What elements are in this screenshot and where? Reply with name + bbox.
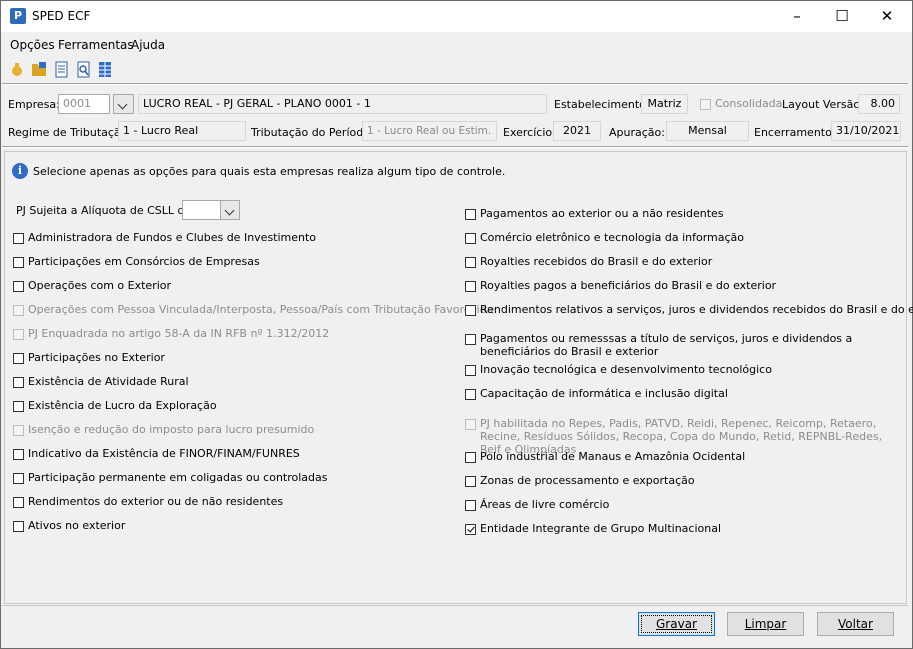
option-label: Isenção e redução do imposto para lucro … [28, 423, 315, 436]
info-text: Selecione apenas as opções para quais es… [33, 165, 506, 178]
empresa-dropdown-button[interactable] [113, 94, 134, 114]
option-label: Capacitação de informática e inclusão di… [480, 387, 728, 400]
toolbar [1, 57, 912, 81]
option-checkbox[interactable] [13, 257, 24, 268]
hand-icon[interactable] [9, 61, 26, 78]
window-title: SPED ECF [32, 9, 91, 23]
option-label: Participações no Exterior [28, 351, 165, 364]
option-checkbox[interactable] [465, 305, 476, 316]
option-label: Indicativo da Existência de FINOR/FINAM/… [28, 447, 300, 460]
option-checkbox [13, 329, 24, 340]
footer-separator [2, 605, 908, 606]
layout-label: Layout Versão: [782, 98, 864, 111]
option-checkbox[interactable] [13, 449, 24, 460]
title-bar: P SPED ECF – ☐ ✕ [1, 1, 912, 32]
option-checkbox[interactable] [465, 476, 476, 487]
option-checkbox[interactable] [465, 365, 476, 376]
option-label: Royalties recebidos do Brasil e do exter… [480, 255, 713, 268]
option-checkbox[interactable] [465, 524, 476, 535]
consolidada-label: Consolidada [715, 97, 783, 110]
option-checkbox [13, 305, 24, 316]
option-checkbox[interactable] [465, 209, 476, 220]
info-icon: i [12, 163, 28, 179]
option-label: Royalties pagos a beneficiários do Brasi… [480, 279, 777, 292]
estabelecimento-label: Estabelecimento: [554, 98, 650, 111]
option-checkbox[interactable] [465, 257, 476, 268]
option-checkbox[interactable] [13, 377, 24, 388]
close-icon[interactable]: ✕ [864, 1, 910, 32]
option-label: Administradora de Fundos e Clubes de Inv… [28, 231, 317, 244]
option-label: Operações com Pessoa Vinculada/Interpost… [28, 303, 494, 316]
menu-bar: Opções Ferramentas Ajuda [1, 33, 912, 55]
option-checkbox [465, 419, 476, 430]
document-icon[interactable] [53, 61, 70, 78]
option-label: Entidade Integrante de Grupo Multinacion… [480, 522, 722, 535]
regime-field: 1 - Lucro Real [118, 121, 246, 141]
option-checkbox[interactable] [465, 233, 476, 244]
maximize-icon[interactable]: ☐ [819, 1, 865, 32]
option-label: Rendimentos do exterior ou de não reside… [28, 495, 284, 508]
regime-label: Regime de Tributação: [8, 126, 132, 139]
option-label: Pagamentos ou remesssas a título de serv… [480, 332, 853, 358]
option-checkbox[interactable] [465, 389, 476, 400]
encerramento-field: 31/10/2021 [831, 121, 901, 141]
exercicio-field: 2021 [553, 121, 601, 141]
menu-ajuda[interactable]: Ajuda [131, 38, 165, 52]
option-checkbox[interactable] [13, 473, 24, 484]
tributacao-label: Tributação do Período: [251, 126, 374, 139]
option-checkbox[interactable] [13, 521, 24, 532]
option-checkbox[interactable] [13, 401, 24, 412]
option-label: Polo industrial de Manaus e Amazônia Oci… [480, 450, 746, 463]
gravar-button[interactable]: Gravar [638, 612, 715, 636]
empresa-label: Empresa: [8, 98, 60, 111]
csll-select[interactable] [182, 200, 222, 220]
menu-opcoes[interactable]: Opções [10, 38, 55, 52]
option-label: PJ Enquadrada no artigo 58-A da IN RFB n… [28, 327, 330, 340]
option-label: Existência de Atividade Rural [28, 375, 189, 388]
toolbar-separator [2, 83, 908, 85]
option-checkbox [13, 425, 24, 436]
exercicio-label: Exercício: [503, 126, 556, 139]
encerramento-label: Encerramento: [754, 126, 836, 139]
option-checkbox[interactable] [465, 281, 476, 292]
empresa-name-field: LUCRO REAL - PJ GERAL - PLANO 0001 - 1 [138, 94, 547, 114]
option-checkbox[interactable] [13, 233, 24, 244]
option-label: Existência de Lucro da Exploração [28, 399, 217, 412]
menu-ferramentas[interactable]: Ferramentas [58, 38, 134, 52]
minimize-icon[interactable]: – [774, 1, 820, 32]
option-checkbox[interactable] [13, 497, 24, 508]
folder-icon[interactable] [31, 61, 48, 78]
option-label: Áreas de livre comércio [480, 498, 610, 511]
header-separator [2, 146, 908, 148]
app-icon: P [10, 8, 26, 24]
option-checkbox[interactable] [465, 452, 476, 463]
apuracao-field: Mensal [666, 121, 749, 141]
option-label: Operações com o Exterior [28, 279, 172, 292]
estabelecimento-field: Matriz [641, 94, 688, 114]
option-label: Rendimentos relativos a serviços, juros … [480, 303, 913, 316]
tributacao-select: 1 - Lucro Real ou Estim. [362, 121, 497, 141]
voltar-button[interactable]: Voltar [817, 612, 894, 636]
option-checkbox[interactable] [465, 500, 476, 511]
option-label: Participações em Consórcios de Empresas [28, 255, 260, 268]
option-checkbox[interactable] [465, 334, 476, 345]
option-checkbox[interactable] [13, 281, 24, 292]
consolidada-checkbox [700, 99, 711, 110]
option-label: Participação permanente em coligadas ou … [28, 471, 328, 484]
grid-icon[interactable] [97, 61, 114, 78]
layout-version-field: 8.00 [858, 94, 900, 114]
option-label: Zonas de processamento e exportação [480, 474, 695, 487]
limpar-button[interactable]: Limpar [727, 612, 804, 636]
option-label: Comércio eletrônico e tecnologia da info… [480, 231, 745, 244]
csll-label: PJ Sujeita a Alíquota de CSLL de: [16, 204, 195, 217]
search-document-icon[interactable] [75, 61, 92, 78]
apuracao-label: Apuração: [609, 126, 665, 139]
empresa-code-field[interactable]: 0001 [58, 94, 110, 114]
option-label: Ativos no exterior [28, 519, 126, 532]
option-label: Inovação tecnológica e desenvolvimento t… [480, 363, 772, 376]
csll-dropdown-button[interactable] [220, 200, 240, 220]
option-label: Pagamentos ao exterior ou a não resident… [480, 207, 724, 220]
option-checkbox[interactable] [13, 353, 24, 364]
